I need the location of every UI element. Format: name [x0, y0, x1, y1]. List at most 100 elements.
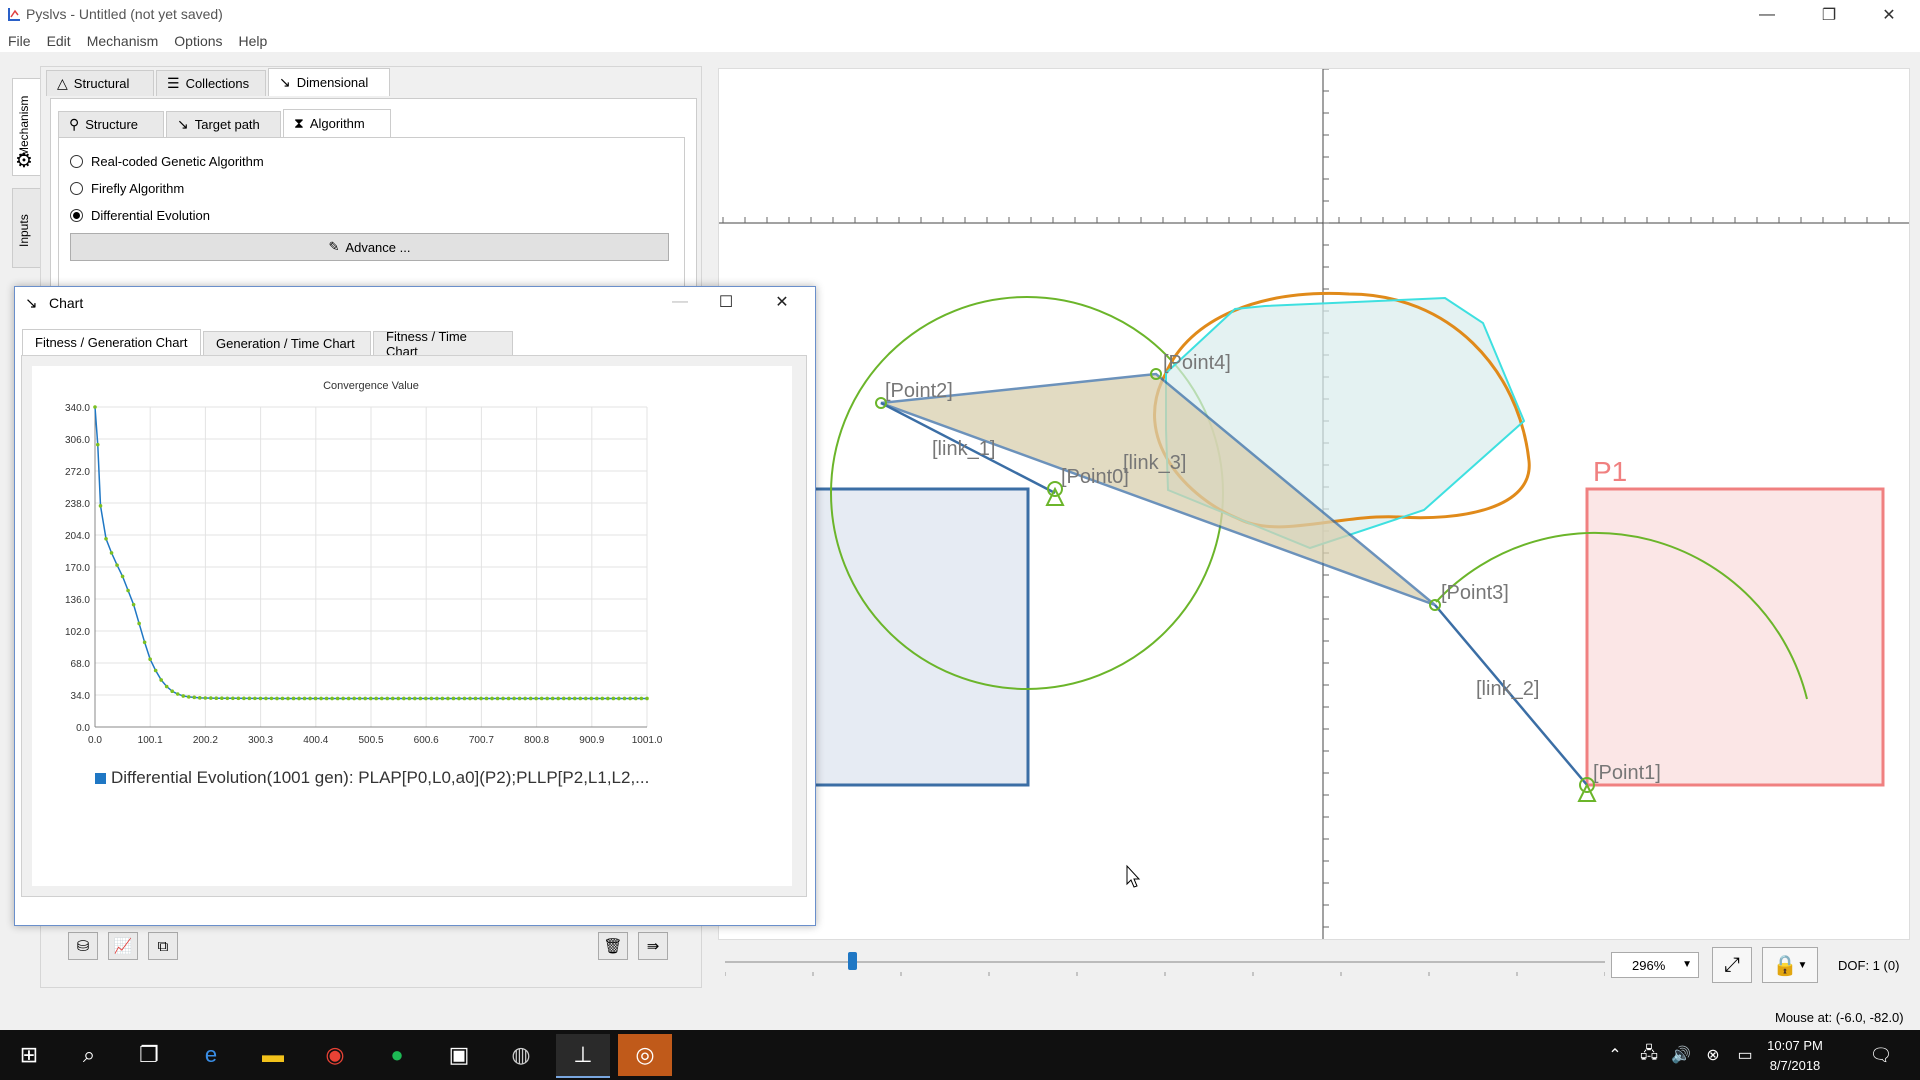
taskbar-app-sphere[interactable]: ◍	[494, 1034, 548, 1076]
series-point	[153, 668, 158, 673]
radio-rga[interactable]: Real-coded Genetic Algorithm	[70, 154, 264, 169]
radio-de[interactable]: Differential Evolution	[70, 208, 210, 223]
menu-file[interactable]: File	[0, 30, 39, 49]
taskbar-spotify[interactable]: ●	[370, 1034, 424, 1076]
input-icon: ▭	[1737, 1047, 1753, 1064]
menu-edit[interactable]: Edit	[39, 30, 79, 49]
restore-button[interactable]: ❐	[1806, 0, 1852, 30]
menu-mechanism[interactable]: Mechanism	[79, 30, 167, 49]
delete-button[interactable]: 🗑	[598, 932, 628, 960]
series-point	[418, 696, 423, 701]
notification-icon: 🗨	[1869, 1044, 1893, 1065]
series-point	[512, 696, 516, 701]
status-icon: ⊗	[1706, 1047, 1720, 1064]
chart-button[interactable]: 📈	[108, 932, 138, 960]
chart-icon: 📈	[113, 938, 133, 955]
zoom-select[interactable]: 296% ▼	[1611, 952, 1699, 978]
tab-fitness-generation[interactable]: Fitness / Generation Chart	[22, 329, 201, 355]
slider-handle[interactable]	[848, 952, 857, 970]
series-point	[617, 696, 621, 701]
edit-icon: ✎	[328, 239, 340, 254]
tab-structural[interactable]: △ Structural	[46, 70, 154, 96]
database-button[interactable]: ⛁	[68, 932, 98, 960]
series-point	[407, 696, 412, 701]
tab-collections[interactable]: ☰ Collections	[156, 70, 266, 96]
x-tick-label: 200.2	[193, 735, 218, 746]
task-view-button[interactable]: ❐	[122, 1034, 176, 1076]
legend-label: Differential Evolution(1001 gen): PLAP[P…	[111, 768, 649, 787]
tab-target-path[interactable]: ↘ Target path	[166, 111, 281, 137]
copy-button[interactable]: ⧉	[148, 932, 178, 960]
merge-button[interactable]: ⇛	[638, 932, 668, 960]
tray-chevron-button[interactable]: ⌃	[1600, 1034, 1630, 1076]
series-point	[164, 684, 169, 689]
tab-algorithm[interactable]: ⧗ Algorithm	[283, 109, 391, 137]
series-point	[413, 696, 417, 701]
windows-icon: ⊞	[19, 1042, 39, 1067]
taskbar-browser[interactable]: ◎	[618, 1034, 672, 1076]
menu-options[interactable]: Options	[166, 30, 230, 49]
label-link3: [link_3]	[1123, 452, 1186, 474]
series-point	[595, 696, 599, 701]
chart-close-button[interactable]: ✕	[759, 287, 805, 317]
taskbar-edge[interactable]: e	[184, 1034, 238, 1076]
side-tab-inputs[interactable]: Inputs	[12, 188, 42, 268]
series-point	[148, 657, 152, 662]
taskbar-terminal[interactable]: ▣	[432, 1034, 486, 1076]
menu-help[interactable]: Help	[231, 30, 276, 49]
series-point	[368, 696, 373, 701]
y-tick-label: 136.0	[65, 595, 90, 606]
chart-minimize-button[interactable]: —	[657, 287, 703, 317]
taskbar-explorer[interactable]: ▬	[246, 1034, 300, 1076]
tray-volume[interactable]: 🔊	[1666, 1034, 1696, 1076]
series-point	[622, 696, 627, 701]
radio-firefly[interactable]: Firefly Algorithm	[70, 181, 184, 196]
chart-maximize-button[interactable]: ☐	[703, 287, 749, 317]
series-point	[95, 442, 100, 447]
taskbar-clock[interactable]: 10:07 PM 8/7/2018	[1752, 1036, 1838, 1076]
x-tick-label: 700.7	[469, 735, 494, 746]
search-button[interactable]: ⌕	[62, 1034, 116, 1076]
mechanism-canvas[interactable]: P1 [Point2] [Point4] [Point0] [Point3] […	[687, 68, 1910, 940]
minimize-button[interactable]: —	[1744, 0, 1790, 30]
action-center-button[interactable]: 🗨	[1856, 1034, 1906, 1076]
x-tick-label: 900.9	[579, 735, 604, 746]
tab-fitness-time[interactable]: Fitness / Time Chart	[373, 329, 513, 359]
advance-button[interactable]: ✎ Advance ...	[70, 233, 669, 261]
taskbar-chrome[interactable]: ◉	[308, 1034, 362, 1076]
rotation-slider[interactable]	[724, 944, 1606, 984]
y-tick-label: 0.0	[76, 723, 90, 734]
series-point	[484, 696, 489, 701]
tray-status[interactable]: ⊗	[1698, 1034, 1728, 1076]
lock-button[interactable]: 🔒 ▼	[1762, 947, 1818, 983]
y-tick-label: 102.0	[65, 627, 90, 638]
taskbar-pyslvs[interactable]: ⊥	[556, 1034, 610, 1078]
canvas-drawing[interactable]: P1 [Point2] [Point4] [Point0] [Point3] […	[687, 68, 1909, 939]
lock-icon: 🔒	[1772, 954, 1798, 977]
edge-icon: e	[204, 1042, 218, 1067]
close-button[interactable]: ✕	[1866, 0, 1912, 30]
target-region	[1585, 487, 1885, 787]
tab-dimensional[interactable]: ↘ Dimensional	[268, 68, 390, 96]
tab-target-path-label: Target path	[194, 117, 260, 132]
series-point	[462, 696, 467, 701]
x-tick-label: 400.4	[303, 735, 328, 746]
tab-dimensional-label: Dimensional	[296, 75, 369, 90]
chevron-down-icon: ▼	[1682, 959, 1692, 970]
series-point	[236, 696, 241, 701]
series-point	[357, 696, 362, 701]
series-point	[93, 405, 97, 409]
series-point	[275, 696, 279, 701]
x-tick-label: 0.0	[88, 735, 102, 746]
series-point	[379, 696, 384, 701]
tab-structure[interactable]: ⚲ Structure	[58, 111, 164, 137]
tab-generation-time[interactable]: Generation / Time Chart	[203, 331, 371, 355]
start-button[interactable]: ⊞	[2, 1034, 56, 1076]
title-bar: Pyslvs - Untitled (not yet saved) — ❐ ✕	[0, 0, 1920, 30]
y-tick-label: 306.0	[65, 435, 90, 446]
tray-network[interactable]: 🖧	[1634, 1034, 1664, 1076]
series-point	[490, 696, 494, 701]
fit-view-button[interactable]: ⤢	[1712, 947, 1752, 983]
series-point	[550, 696, 555, 701]
series-point	[506, 696, 511, 701]
